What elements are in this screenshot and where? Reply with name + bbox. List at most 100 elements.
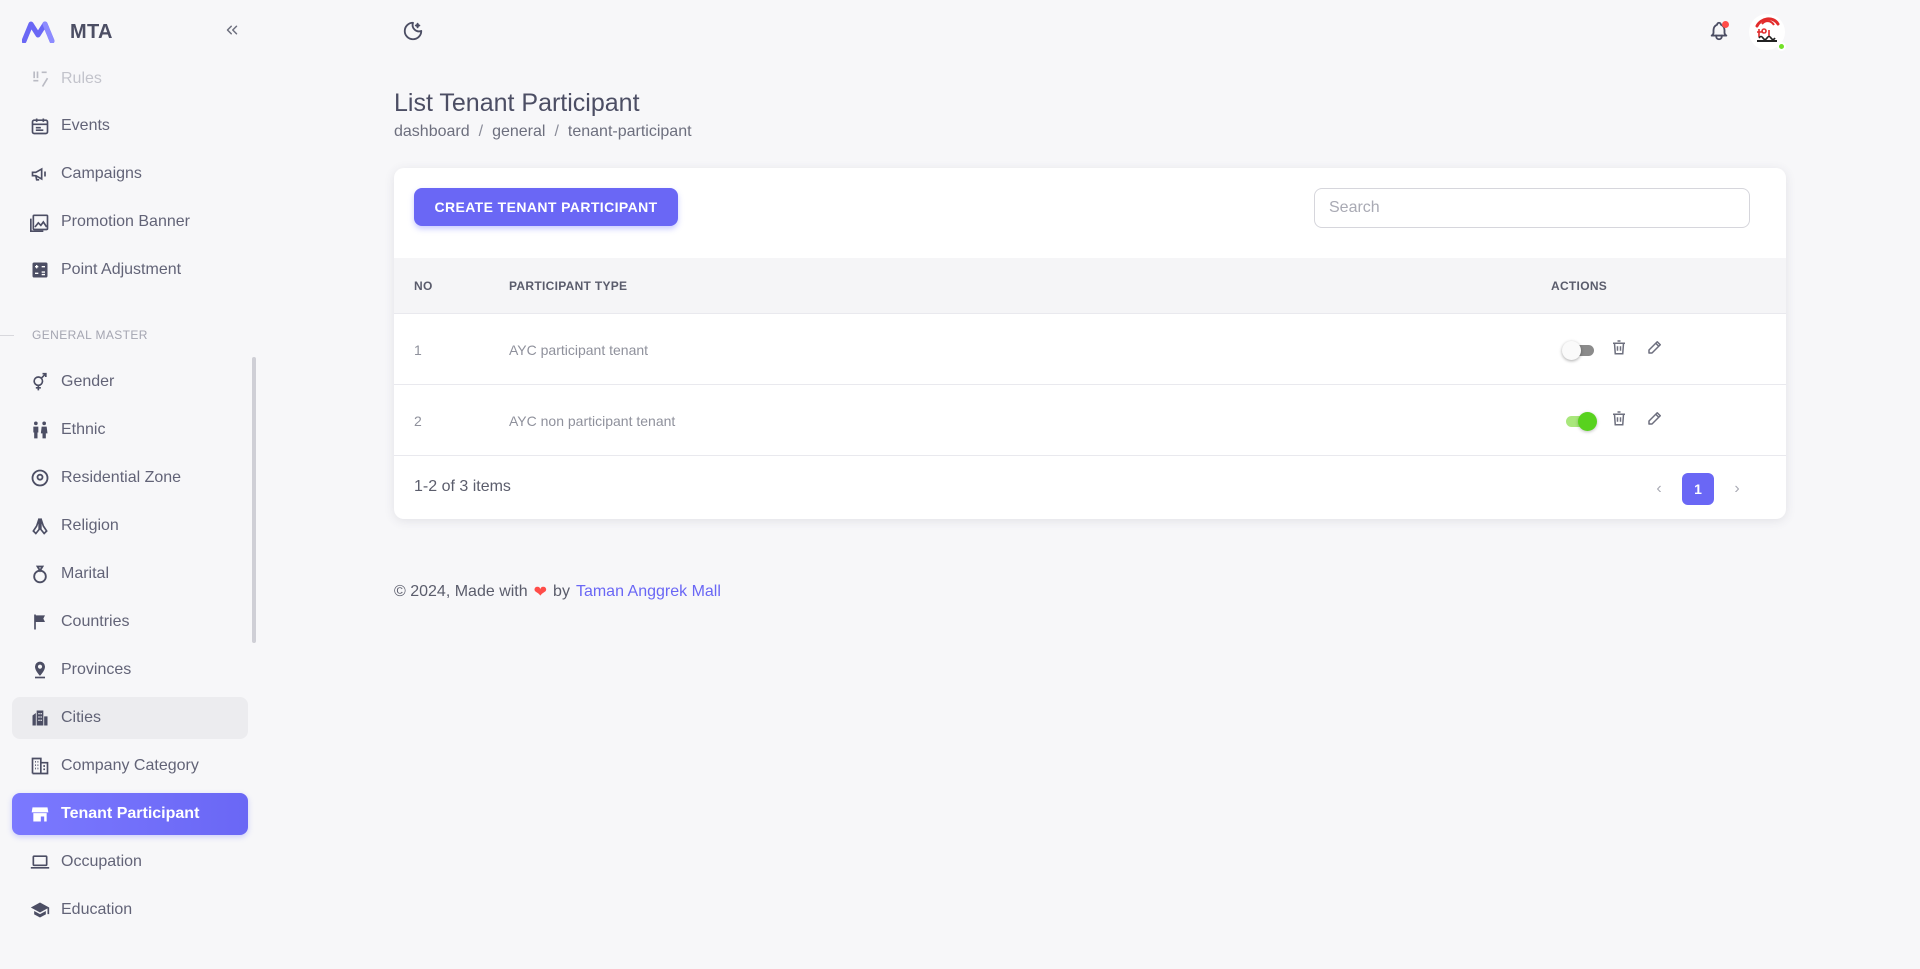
breadcrumb-dashboard[interactable]: dashboard <box>394 123 470 141</box>
create-tenant-participant-button[interactable]: CREATE TENANT PARTICIPANT <box>414 188 678 226</box>
cell-no: 2 <box>414 412 422 429</box>
breadcrumb-tenant-participant: tenant-participant <box>567 123 692 140</box>
notifications-button[interactable] <box>1706 20 1732 46</box>
sidebar-item-label: Provinces <box>61 661 132 678</box>
user-avatar[interactable] <box>1749 14 1786 51</box>
column-header-participant-type[interactable]: PARTICIPANT TYPE <box>509 258 627 314</box>
sidebar-item-label: Point Adjustment <box>61 261 182 278</box>
next-page-button[interactable]: › <box>1722 474 1752 504</box>
sidebar-item-gender[interactable]: Gender <box>12 361 248 403</box>
sidebar-item-label: Countries <box>61 613 130 630</box>
pencil-icon <box>1646 409 1664 432</box>
sidebar-item-label: Company Category <box>61 757 199 774</box>
sidebar-item-provinces[interactable]: Provinces <box>12 649 248 691</box>
trash-icon <box>1610 409 1628 432</box>
prev-page-button[interactable]: ‹ <box>1644 474 1674 504</box>
sidebar-item-label: Education <box>61 901 133 918</box>
pagination-info: 1-2 of 3 items <box>414 478 511 495</box>
page-title: List Tenant Participant <box>394 89 640 117</box>
calendar-icon <box>29 115 51 137</box>
collapse-sidebar-button[interactable] <box>220 20 244 44</box>
brand[interactable]: MTA <box>22 18 113 46</box>
breadcrumb-separator: / <box>554 123 559 140</box>
sidebar-item-countries[interactable]: Countries <box>12 601 248 643</box>
table-row: 1 AYC participant tenant <box>394 314 1786 385</box>
table-row: 2 AYC non participant tenant <box>394 385 1786 456</box>
sidebar-item-label: Gender <box>61 373 115 390</box>
image-icon <box>29 211 51 233</box>
sidebar-item-label: Ethnic <box>61 421 106 438</box>
sidebar-item-label: Campaigns <box>61 165 142 182</box>
table-header: NO PARTICIPANT TYPE ACTIONS <box>394 258 1786 314</box>
sidebar-item-label: Promotion Banner <box>61 213 190 230</box>
page-number-button[interactable]: 1 <box>1682 473 1714 505</box>
sidebar-item-point-adjustment[interactable]: Point Adjustment <box>12 249 248 291</box>
sidebar-item-religion[interactable]: Religion <box>12 505 248 547</box>
sidebar-item-label: Events <box>61 117 110 134</box>
column-header-no[interactable]: NO <box>414 258 433 314</box>
sidebar-item-label: Marital <box>61 565 110 582</box>
sidebar-item-label: Occupation <box>61 853 142 870</box>
search-input[interactable] <box>1314 188 1750 228</box>
chevron-left-icon: ‹ <box>1656 480 1662 497</box>
edit-button[interactable] <box>1642 408 1668 434</box>
city-icon <box>29 707 51 729</box>
status-toggle[interactable] <box>1562 340 1596 360</box>
people-icon <box>29 419 51 441</box>
chevron-right-icon: › <box>1734 480 1740 497</box>
moon-star-icon <box>402 20 424 47</box>
footer-copyright: © 2024, Made with <box>394 583 528 600</box>
app-name: MTA <box>70 20 113 43</box>
breadcrumb-separator: / <box>478 123 484 140</box>
flag-icon <box>29 611 51 633</box>
row-actions <box>1562 385 1668 456</box>
pencil-icon <box>1646 338 1664 361</box>
mta-logo-icon <box>22 21 60 43</box>
graduation-cap-icon <box>29 899 51 921</box>
sidebar-item-label: Residential Zone <box>61 469 182 486</box>
sidebar-item-campaigns[interactable]: Campaigns <box>12 153 248 195</box>
toggle-knob <box>1562 340 1581 360</box>
map-pin-icon <box>29 659 51 681</box>
section-title: GENERAL MASTER <box>32 328 148 342</box>
calculator-icon <box>29 259 51 281</box>
sidebar-item-promotion-banner[interactable]: Promotion Banner <box>12 201 248 243</box>
location-pin-icon <box>29 467 51 489</box>
sidebar-item-ethnic[interactable]: Ethnic <box>12 409 248 451</box>
sidebar-item-label: Cities <box>61 709 102 726</box>
online-status-dot <box>1777 42 1786 51</box>
section-divider <box>0 334 14 336</box>
column-header-actions: ACTIONS <box>1551 279 1608 293</box>
sidebar-item-occupation[interactable]: Occupation <box>12 841 248 883</box>
trash-icon <box>1610 338 1628 361</box>
cell-no: 1 <box>414 341 422 358</box>
sidebar-item-residential-zone[interactable]: Residential Zone <box>12 457 248 499</box>
double-chevron-left-icon <box>223 21 241 44</box>
sidebar-section-general-master: GENERAL MASTER <box>0 327 260 343</box>
footer-company-link[interactable]: Taman Anggrek Mall <box>576 583 721 601</box>
ring-icon <box>29 563 51 585</box>
delete-button[interactable] <box>1606 408 1632 434</box>
sidebar-item-company-category[interactable]: Company Category <box>12 745 248 787</box>
theme-toggle-button[interactable] <box>401 21 425 45</box>
delete-button[interactable] <box>1606 337 1632 363</box>
breadcrumb-general[interactable]: general <box>492 123 545 141</box>
praying-hands-icon <box>29 515 51 537</box>
sidebar-item-education[interactable]: Education <box>12 889 248 931</box>
sidebar-item-tenant-participant[interactable]: Tenant Participant <box>12 793 248 835</box>
sidebar-item-marital[interactable]: Marital <box>12 553 248 595</box>
toggle-knob <box>1578 411 1597 431</box>
sidebar-scrollbar[interactable] <box>252 357 256 643</box>
sidebar-item-label: Religion <box>61 517 119 534</box>
rules-icon <box>29 68 51 90</box>
sidebar-item-events[interactable]: Events <box>12 105 248 147</box>
building-icon <box>29 755 51 777</box>
edit-button[interactable] <box>1642 337 1668 363</box>
sidebar-item-rules[interactable]: Rules <box>12 58 248 100</box>
sidebar-item-label: Rules <box>61 70 102 87</box>
notification-badge <box>1722 21 1729 28</box>
gender-icon <box>29 371 51 393</box>
footer-by: by <box>553 583 570 600</box>
status-toggle[interactable] <box>1562 411 1597 431</box>
sidebar-item-cities[interactable]: Cities <box>12 697 248 739</box>
